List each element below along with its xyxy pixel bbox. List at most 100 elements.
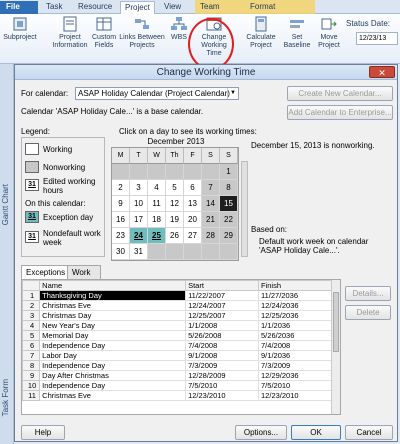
ok-button[interactable]: OK: [291, 425, 341, 440]
calendar-day[interactable]: 5: [166, 180, 184, 196]
exception-start[interactable]: 9/1/2008: [185, 350, 260, 361]
options-button[interactable]: Options...: [235, 425, 287, 440]
links-between-projects-button[interactable]: Links Between Projects: [118, 16, 166, 50]
calendar-day[interactable]: 28: [202, 228, 220, 244]
calendar-day[interactable]: 1: [220, 164, 238, 180]
exception-finish[interactable]: 7/3/2009: [258, 360, 332, 371]
exception-name[interactable]: New Year's Day: [39, 320, 187, 331]
close-button[interactable]: ✕: [369, 66, 395, 78]
help-button[interactable]: Help: [21, 425, 65, 440]
table-row[interactable]: 6 Independence Day 7/4/2008 7/4/2008: [21, 340, 332, 351]
table-row[interactable]: 8 Independence Day 7/3/2009 7/3/2009: [21, 360, 332, 371]
table-row[interactable]: 5 Memorial Day 5/26/2008 5/26/2036: [21, 330, 332, 341]
exception-name[interactable]: Christmas Eve: [39, 300, 187, 311]
calendar-day[interactable]: 22: [220, 212, 238, 228]
exception-name[interactable]: Thanksgiving Day: [39, 290, 187, 301]
calendar-day[interactable]: 13: [184, 196, 202, 212]
calendar-day[interactable]: 24: [130, 228, 148, 244]
exception-start[interactable]: 5/26/2008: [185, 330, 260, 341]
row-number[interactable]: 1: [21, 290, 41, 301]
calendar-day[interactable]: 27: [184, 228, 202, 244]
exception-name[interactable]: Christmas Day: [39, 310, 187, 321]
scroll-thumb[interactable]: [333, 292, 339, 352]
table-row[interactable]: 7 Labor Day 9/1/2008 9/1/2036: [21, 350, 332, 361]
details-button[interactable]: Details...: [345, 286, 391, 301]
calendar-day[interactable]: 2: [112, 180, 130, 196]
row-number[interactable]: 6: [21, 340, 41, 351]
calendar-day[interactable]: 29: [220, 228, 238, 244]
calendar-scrollbar[interactable]: [241, 161, 248, 257]
create-new-calendar-button[interactable]: Create New Calendar...: [287, 86, 393, 101]
tab-format[interactable]: Format: [246, 1, 279, 14]
calendar-day[interactable]: 10: [130, 196, 148, 212]
exception-finish[interactable]: 9/1/2036: [258, 350, 332, 361]
exception-finish[interactable]: 11/27/2036: [258, 290, 332, 301]
view-label-gantt[interactable]: Gantt Chart: [1, 184, 10, 225]
calendar-day[interactable]: 8: [220, 180, 238, 196]
wbs-button[interactable]: WBS: [168, 16, 190, 42]
calendar-day[interactable]: 30: [112, 244, 130, 260]
calendar-day[interactable]: 7: [202, 180, 220, 196]
tab-team[interactable]: Team: [196, 1, 224, 14]
calendar-day[interactable]: 16: [112, 212, 130, 228]
row-number[interactable]: 4: [21, 320, 41, 331]
calendar-day[interactable]: 31: [130, 244, 148, 260]
tab-file[interactable]: File: [0, 1, 38, 14]
tab-resource[interactable]: Resource: [74, 1, 116, 14]
tab-exceptions[interactable]: Exceptions: [21, 265, 71, 280]
table-row[interactable]: 10 Independence Day 7/5/2010 7/5/2010: [21, 380, 332, 391]
custom-fields-button[interactable]: Custom Fields: [90, 16, 118, 50]
calendar-day[interactable]: 25: [148, 228, 166, 244]
calculate-project-button[interactable]: Calculate Project: [244, 16, 278, 50]
calendar-day[interactable]: 11: [148, 196, 166, 212]
row-number[interactable]: 11: [21, 390, 41, 401]
exception-start[interactable]: 11/22/2007: [185, 290, 260, 301]
table-row[interactable]: 4 New Year's Day 1/1/2008 1/1/2036: [21, 320, 332, 331]
exception-name[interactable]: Independence Day: [39, 360, 187, 371]
move-project-button[interactable]: Move Project: [314, 16, 344, 50]
calendar-day[interactable]: 3: [130, 180, 148, 196]
table-row[interactable]: 1 Thanksgiving Day 11/22/2007 11/27/2036: [21, 290, 332, 301]
calendar-day[interactable]: 19: [166, 212, 184, 228]
table-row[interactable]: 9 Day After Christmas 12/28/2009 12/29/2036: [21, 370, 332, 381]
calendar-day[interactable]: 26: [166, 228, 184, 244]
calendar-day[interactable]: 15: [220, 196, 238, 212]
row-number[interactable]: 5: [21, 330, 41, 341]
exception-finish[interactable]: 12/23/2010: [258, 390, 332, 401]
calendar-day[interactable]: 23: [112, 228, 130, 244]
add-to-enterprise-button[interactable]: Add Calendar to Enterprise...: [287, 105, 393, 120]
table-row[interactable]: 3 Christmas Day 12/25/2007 12/25/2036: [21, 310, 332, 321]
calendar-day[interactable]: 14: [202, 196, 220, 212]
exception-name[interactable]: Memorial Day: [39, 330, 187, 341]
project-information-button[interactable]: Project Information: [50, 16, 90, 50]
exception-start[interactable]: 7/5/2010: [185, 380, 260, 391]
tab-work-weeks[interactable]: Work Weeks: [67, 265, 102, 290]
exception-finish[interactable]: 5/26/2036: [258, 330, 332, 341]
status-date-field[interactable]: 12/23/13: [356, 32, 398, 45]
exception-name[interactable]: Independence Day: [39, 380, 187, 391]
calendar-select[interactable]: ASAP Holiday Calendar (Project Calendar)…: [75, 87, 239, 100]
exception-start[interactable]: 1/1/2008: [185, 320, 260, 331]
row-number[interactable]: 10: [21, 380, 41, 391]
row-number[interactable]: 9: [21, 370, 41, 381]
exception-name[interactable]: Labor Day: [39, 350, 187, 361]
exception-name[interactable]: Day After Christmas: [39, 370, 187, 381]
exception-start[interactable]: 12/24/2007: [185, 300, 260, 311]
calendar-day[interactable]: 9: [112, 196, 130, 212]
subproject-button[interactable]: Subproject: [2, 16, 38, 42]
exception-finish[interactable]: 7/4/2008: [258, 340, 332, 351]
delete-button[interactable]: Delete: [345, 305, 391, 320]
exception-start[interactable]: 7/3/2009: [185, 360, 260, 371]
calendar-day[interactable]: 4: [148, 180, 166, 196]
row-number[interactable]: 3: [21, 310, 41, 321]
exception-start[interactable]: 12/28/2009: [185, 370, 260, 381]
exception-finish[interactable]: 12/29/2036: [258, 370, 332, 381]
exception-start[interactable]: 7/4/2008: [185, 340, 260, 351]
calendar-day[interactable]: 20: [184, 212, 202, 228]
row-number[interactable]: 7: [21, 350, 41, 361]
exception-start[interactable]: 12/25/2007: [185, 310, 260, 321]
exception-name[interactable]: Christmas Eve: [39, 390, 187, 401]
exception-finish[interactable]: 12/25/2036: [258, 310, 332, 321]
exception-start[interactable]: 12/23/2010: [185, 390, 260, 401]
tab-view[interactable]: View: [160, 1, 185, 14]
